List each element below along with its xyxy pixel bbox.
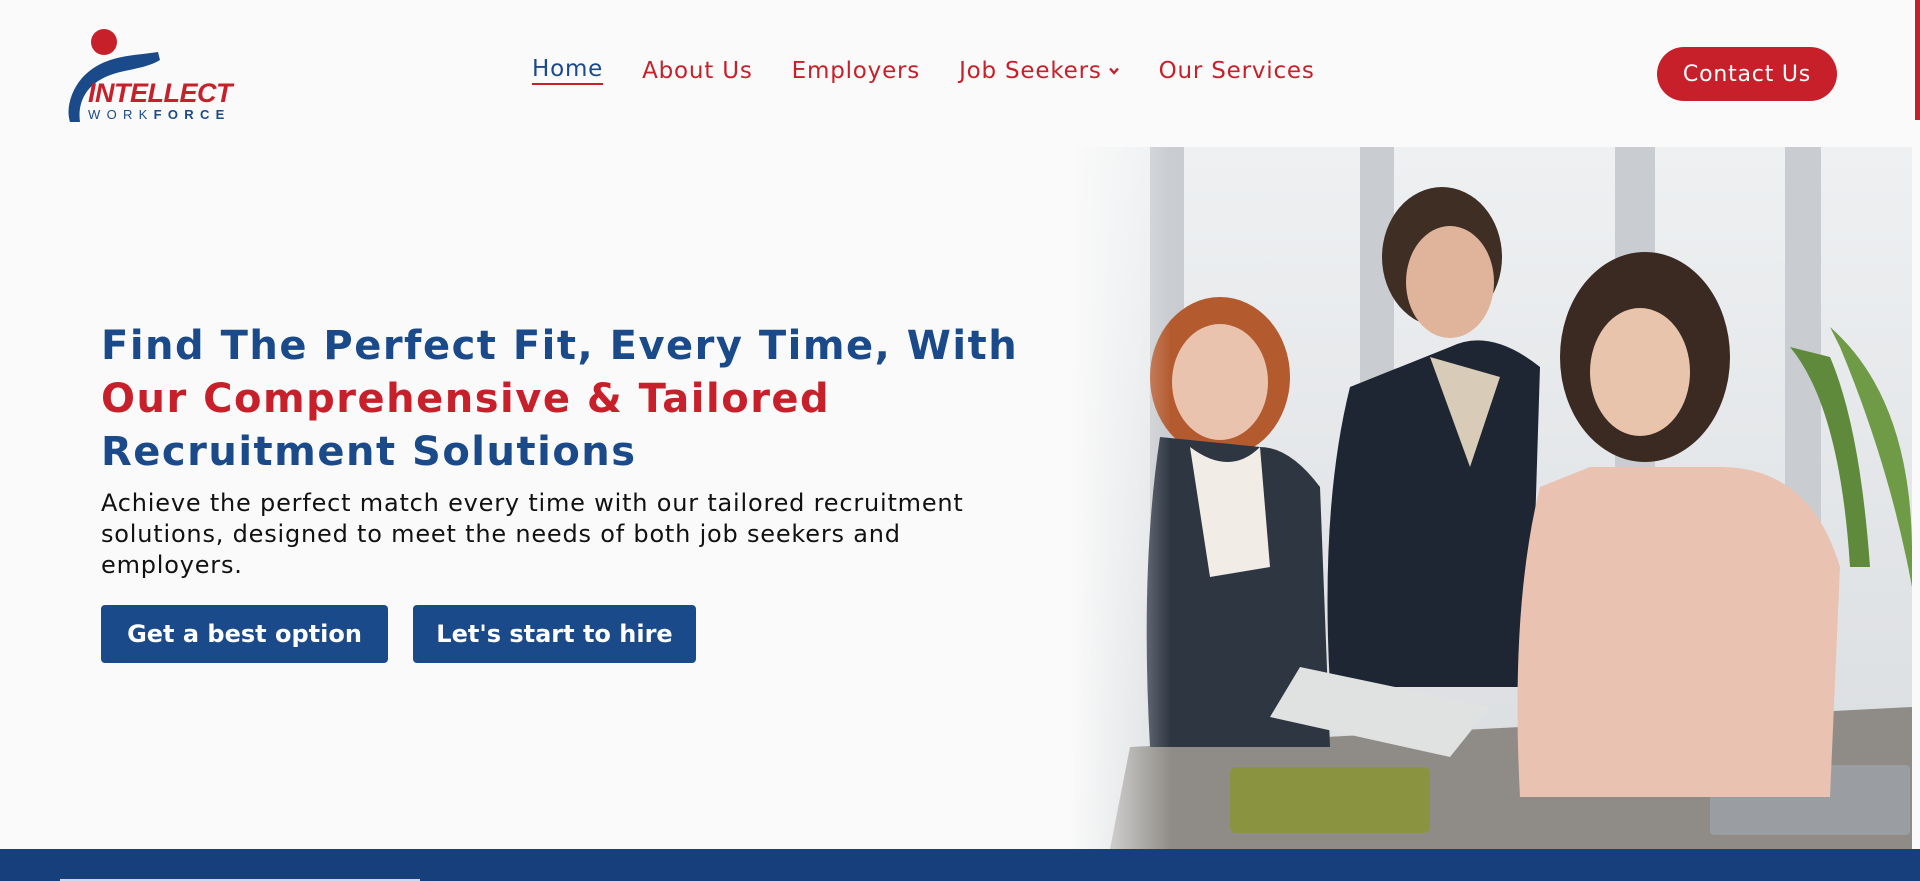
nav-employers[interactable]: Employers bbox=[792, 56, 920, 85]
footer-band bbox=[0, 849, 1920, 881]
chevron-down-icon bbox=[1108, 67, 1119, 75]
get-best-option-button[interactable]: Get a best option bbox=[101, 605, 388, 663]
logo-subtitle-2: FORCE bbox=[153, 107, 231, 122]
nav-about-label: About Us bbox=[642, 57, 753, 84]
nav-home[interactable]: Home bbox=[532, 56, 604, 85]
main-nav: Home About Us Employers Job Seekers Our … bbox=[532, 56, 1315, 85]
nav-services-label: Our Services bbox=[1158, 57, 1315, 84]
nav-job-seekers[interactable]: Job Seekers bbox=[959, 56, 1120, 85]
logo[interactable]: INTELLECT WORKFORCE bbox=[64, 26, 244, 122]
nav-our-services[interactable]: Our Services bbox=[1159, 56, 1315, 85]
hero-title-line2: Our Comprehensive & Tailored bbox=[101, 376, 831, 422]
start-to-hire-button[interactable]: Let's start to hire bbox=[413, 605, 696, 663]
scrollbar-thumb[interactable] bbox=[1915, 0, 1920, 120]
hero-title: Find The Perfect Fit, Every Time, With O… bbox=[101, 320, 1031, 479]
hero-photo bbox=[1070, 147, 1912, 849]
logo-subtitle: WORKFORCE bbox=[88, 107, 231, 122]
contact-us-button[interactable]: Contact Us bbox=[1657, 47, 1837, 101]
hero-title-line1: Find The Perfect Fit, Every Time, With bbox=[101, 323, 1019, 369]
nav-home-label: Home bbox=[532, 56, 604, 82]
site-header: INTELLECT WORKFORCE Home About Us Employ… bbox=[0, 0, 1920, 147]
hero-title-line3: Recruitment Solutions bbox=[101, 429, 637, 475]
hero-subtitle: Achieve the perfect match every time wit… bbox=[101, 489, 964, 579]
nav-job-seekers-label: Job Seekers bbox=[959, 57, 1102, 84]
logo-wordmark: INTELLECT bbox=[88, 78, 233, 108]
logo-subtitle-1: WORK bbox=[88, 107, 154, 122]
nav-about-us[interactable]: About Us bbox=[642, 56, 753, 85]
team-meeting-photo-icon bbox=[1070, 147, 1912, 849]
nav-employers-label: Employers bbox=[791, 57, 921, 84]
